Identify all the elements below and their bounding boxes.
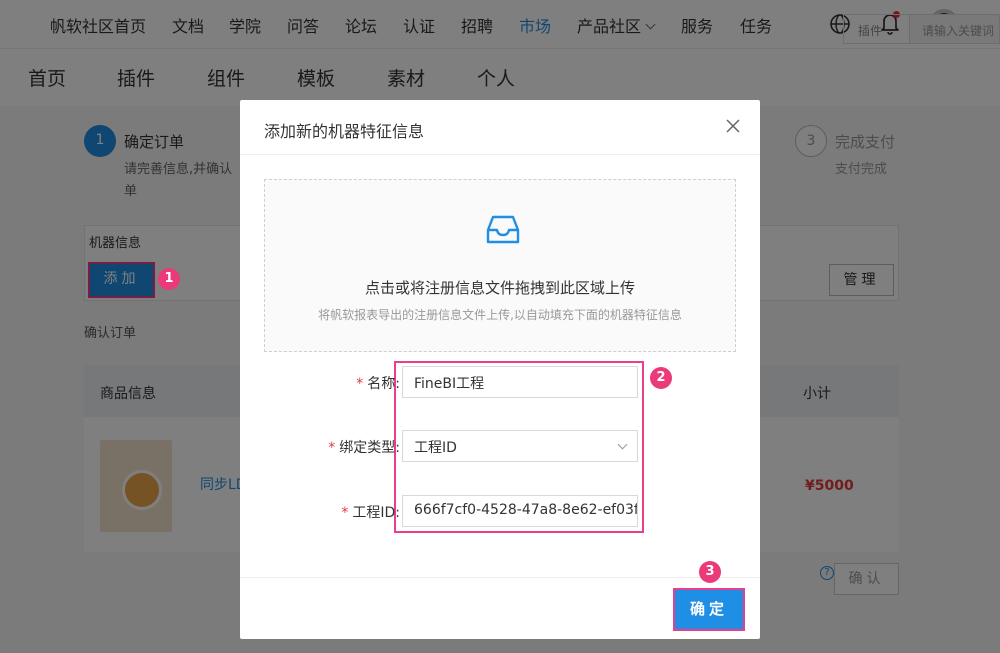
bind-type-select[interactable]: 工程ID	[402, 430, 638, 462]
bind-type-value: 工程ID	[414, 440, 457, 456]
upload-instruction: 点击或将注册信息文件拖拽到此区域上传	[364, 279, 635, 297]
dialog-footer-divider	[240, 577, 760, 578]
project-id-label: * 工程ID:	[341, 505, 400, 521]
name-field[interactable]: FineBI工程	[402, 366, 638, 398]
annotation-badge-1: 1	[158, 268, 180, 290]
name-label: * 名称:	[356, 376, 400, 392]
annotation-badge-2: 2	[650, 367, 672, 389]
upload-dropzone[interactable]: 点击或将注册信息文件拖拽到此区域上传 将帆软报表导出的注册信息文件上传,以自动填…	[264, 179, 736, 352]
upload-hint: 将帆软报表导出的注册信息文件上传,以自动填充下面的机器特征信息	[318, 308, 682, 322]
chevron-down-icon	[617, 439, 628, 450]
add-machine-dialog: 添加新的机器特征信息 点击或将注册信息文件拖拽到此区域上传 将帆软报表导出的注册…	[240, 100, 760, 639]
dialog-divider	[240, 154, 760, 155]
project-id-field[interactable]: 666f7cf0-4528-47a8-8e62-ef03f	[402, 495, 638, 527]
dialog-title: 添加新的机器特征信息	[264, 122, 425, 141]
annotation-badge-3: 3	[699, 561, 721, 583]
ok-button[interactable]: 确定	[673, 588, 745, 631]
close-icon[interactable]	[726, 119, 740, 133]
inbox-icon	[486, 215, 520, 244]
bind-type-label: * 绑定类型:	[328, 440, 400, 456]
